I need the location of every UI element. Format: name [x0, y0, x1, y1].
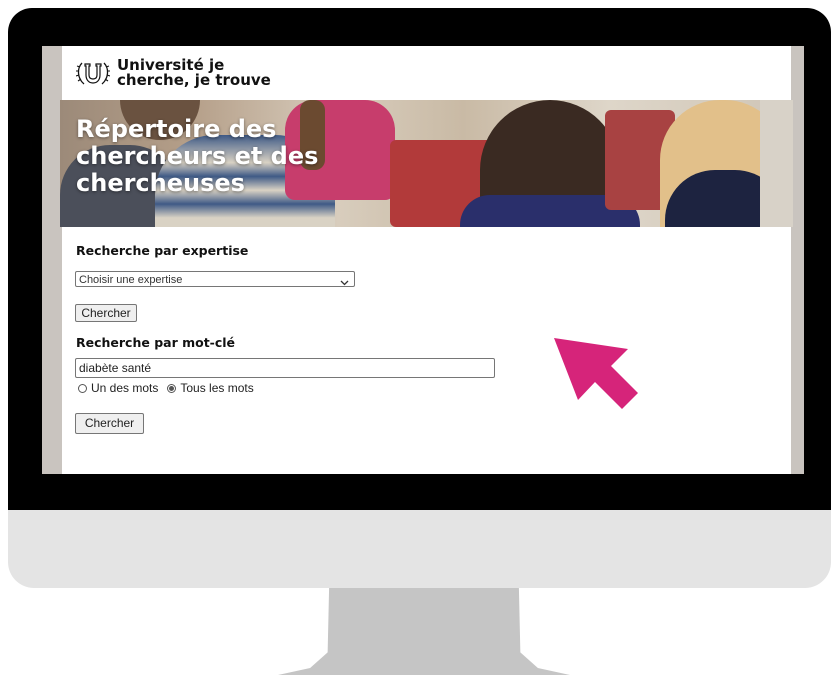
site-logo[interactable]: Université je cherche, je trouve — [76, 58, 297, 88]
monitor-stand — [278, 588, 570, 675]
hero-banner: Répertoire des chercheurs et des cherche… — [60, 100, 793, 227]
expertise-select[interactable]: Choisir une expertise — [75, 271, 355, 287]
keyword-heading: Recherche par mot-clé — [76, 335, 236, 350]
keyword-search-button[interactable]: Chercher — [75, 413, 144, 434]
banner-title: Répertoire des chercheurs et des cherche… — [76, 115, 319, 197]
radio-all-words[interactable] — [167, 383, 177, 393]
chevron-down-icon — [340, 275, 349, 291]
pointer-arrow-icon — [554, 338, 640, 415]
keyword-match-options: Un des mots Tous les mots — [78, 381, 263, 395]
radio-any-words[interactable] — [78, 383, 87, 393]
web-page: Université je cherche, je trouve Réperto… — [60, 46, 793, 474]
expertise-select-value: Choisir une expertise — [79, 274, 183, 286]
expertise-heading: Recherche par expertise — [76, 243, 249, 258]
monitor-screen: Université je cherche, je trouve Réperto… — [42, 46, 804, 474]
expertise-search-button[interactable]: Chercher — [75, 304, 137, 322]
keyword-input[interactable]: diabète santé — [75, 358, 495, 378]
monitor-chin — [8, 510, 831, 588]
radio-all-words-label[interactable]: Tous les mots — [180, 381, 253, 395]
logo-text: Université je cherche, je trouve — [117, 56, 271, 89]
radio-any-words-label[interactable]: Un des mots — [91, 381, 158, 395]
u-laurel-logo-icon — [76, 58, 110, 88]
